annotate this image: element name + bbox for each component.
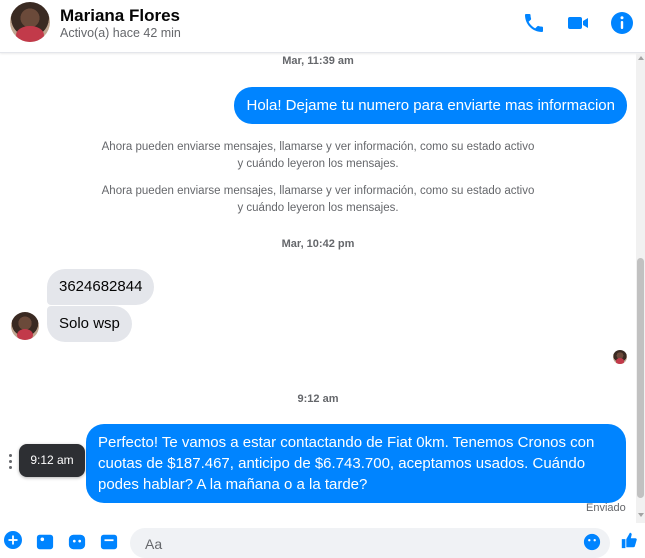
system-notice: Ahora pueden enviarse mensajes, llamarse… (101, 141, 535, 170)
contact-status: Activo(a) hace 42 min (60, 26, 181, 40)
message-input[interactable] (130, 528, 610, 558)
scroll-thumb[interactable] (637, 258, 644, 498)
incoming-message[interactable]: 3624682844 (47, 269, 155, 305)
timestamp: Mar, 10:42 pm (281, 238, 355, 250)
phone-icon[interactable] (522, 11, 546, 35)
message-thread[interactable]: Mar, 11:39 am Hola! Dejame tu numero par… (0, 53, 636, 523)
more-options-icon[interactable] (7, 454, 13, 470)
info-icon[interactable] (610, 11, 634, 35)
composer-bar: Aa (0, 523, 645, 558)
contact-name[interactable]: Mariana Flores (60, 6, 180, 26)
like-icon[interactable] (620, 531, 638, 549)
sender-avatar[interactable] (11, 312, 39, 340)
outgoing-message[interactable]: Hola! Dejame tu numero para enviarte mas… (234, 87, 627, 124)
timestamp: Mar, 11:39 am (282, 55, 354, 67)
system-notice: Ahora pueden enviarse mensajes, llamarse… (101, 185, 535, 214)
sticker-icon[interactable] (68, 533, 86, 551)
timestamp: 9:12 am (297, 393, 339, 405)
incoming-message[interactable]: Solo wsp (47, 306, 132, 342)
outgoing-message[interactable]: Perfecto! Te vamos a estar contactando d… (86, 424, 626, 503)
time-tooltip: 9:12 am (19, 444, 85, 477)
gif-icon[interactable] (100, 533, 118, 551)
scroll-up-arrow[interactable] (638, 56, 644, 60)
video-icon[interactable] (566, 11, 590, 35)
message-input-placeholder: Aa (145, 536, 163, 552)
sent-status: Enviado (586, 502, 626, 514)
chat-header: Mariana Flores Activo(a) hace 42 min (0, 0, 645, 53)
plus-icon[interactable] (4, 531, 22, 549)
scrollbar[interactable] (636, 53, 645, 523)
contact-avatar[interactable] (10, 2, 50, 42)
emoji-icon[interactable] (583, 533, 601, 551)
read-receipt-avatar (613, 350, 627, 364)
image-icon[interactable] (36, 533, 54, 551)
scroll-down-arrow[interactable] (638, 513, 644, 517)
